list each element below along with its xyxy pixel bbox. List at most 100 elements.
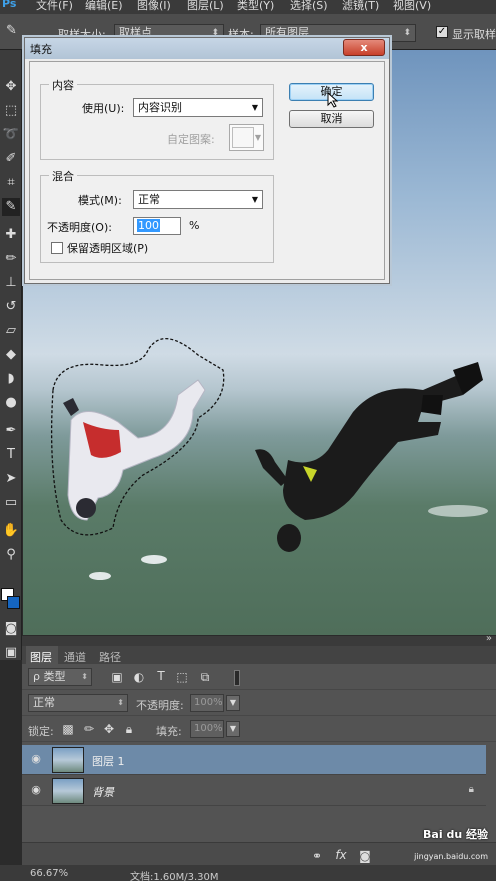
layer-fill-value: 100%: [194, 723, 223, 734]
pen-tool-icon[interactable]: ✒: [2, 422, 20, 440]
fill-label: 填充:: [156, 725, 182, 738]
history-brush-icon[interactable]: ↺: [2, 298, 20, 316]
marquee-tool-icon[interactable]: ⬚: [2, 102, 20, 120]
hand-tool-icon[interactable]: ✋: [2, 522, 20, 540]
tab-channels[interactable]: 通道: [64, 649, 86, 665]
layer-opacity-input[interactable]: 100%: [190, 694, 224, 712]
collapse-icon[interactable]: »: [486, 633, 492, 644]
chevron-down-icon: ⬍: [117, 698, 124, 707]
lock-paint-icon[interactable]: ✏: [82, 722, 96, 736]
mouse-cursor-icon: [327, 92, 339, 108]
layer-name: 图层 1: [92, 755, 125, 768]
brush-tool-icon[interactable]: ✏: [2, 250, 20, 268]
show-ring-checkbox[interactable]: ✓: [436, 26, 448, 38]
use-label: 使用(U):: [82, 102, 125, 115]
filter-kind-select[interactable]: ρ 类型 ⬍: [28, 668, 92, 686]
lock-row: 锁定: ▩ ✏ ✥ 🔒︎ 填充: 100% ▼: [22, 716, 496, 742]
opacity-dropdown-button[interactable]: ▼: [226, 695, 240, 711]
opacity-label: 不透明度(O):: [47, 221, 112, 234]
cancel-button[interactable]: 取消: [289, 110, 374, 128]
menu-image[interactable]: 图像(I): [137, 0, 171, 13]
visibility-eye-icon[interactable]: ◉: [30, 784, 42, 796]
mode-select[interactable]: 正常 ▼: [133, 190, 263, 209]
lock-label: 锁定:: [28, 725, 54, 738]
cancel-label: 取消: [320, 112, 343, 125]
watermark-url: jingyan.baidu.com: [414, 852, 488, 861]
status-bar: 66.67% 文档:1.60M/3.30M: [0, 865, 496, 881]
close-button[interactable]: x: [343, 39, 385, 56]
chevron-down-icon: ▼: [251, 103, 258, 112]
menu-layer[interactable]: 图层(L): [187, 0, 224, 13]
zoom-tool-icon[interactable]: ⚲: [2, 546, 20, 564]
panel-header[interactable]: »: [22, 633, 496, 646]
doc-size: 文档:1.60M/3.30M: [130, 872, 219, 881]
layers-panel: » 图层 通道 路径 ρ 类型 ⬍ ▣ ◐ T ⬚ ⧉ 正常 ⬍ 不透明度: 1…: [22, 633, 496, 881]
blur-tool-icon[interactable]: ◗: [2, 370, 20, 388]
menu-type[interactable]: 类型(Y): [237, 0, 274, 13]
lock-position-icon[interactable]: ✥: [102, 722, 116, 736]
path-select-icon[interactable]: ➤: [2, 470, 20, 488]
zoom-level[interactable]: 66.67%: [30, 868, 68, 879]
fill-dropdown-button[interactable]: ▼: [226, 721, 240, 737]
type-tool-icon[interactable]: T: [2, 446, 20, 464]
dodge-tool-icon[interactable]: ●: [2, 394, 20, 412]
screen-mode-icon[interactable]: ▣: [2, 644, 20, 662]
smart-object-filter-icon[interactable]: ⧉: [198, 670, 212, 685]
layer-fill-input[interactable]: 100%: [190, 720, 224, 738]
use-value: 内容识别: [138, 101, 182, 114]
filter-toggle[interactable]: [234, 670, 240, 686]
filter-kind-value: ρ 类型: [33, 670, 66, 683]
menu-file[interactable]: 文件(F): [36, 0, 73, 13]
layer-row-layer1[interactable]: ◉ 图层 1: [22, 745, 486, 775]
quick-select-tool-icon[interactable]: ✐: [2, 150, 20, 168]
menu-view[interactable]: 视图(V): [393, 0, 431, 13]
stamp-tool-icon[interactable]: ⊥: [2, 274, 20, 292]
crop-tool-icon[interactable]: ⌗: [2, 174, 20, 192]
visibility-eye-icon[interactable]: ◉: [30, 753, 42, 765]
background-color-swatch[interactable]: [7, 596, 20, 609]
shape-filter-icon[interactable]: ⬚: [175, 670, 189, 684]
eyedropper-icon[interactable]: ✎: [6, 23, 17, 38]
tools-panel: ✥ ⬚ ➰ ✐ ⌗ ✎ ✚ ✏ ⊥ ↺ ▱ ◆ ◗ ● ✒ T ➤ ▭ ✋ ⚲ …: [0, 50, 22, 660]
fx-icon[interactable]: fx: [334, 848, 348, 862]
mask-icon[interactable]: ◙: [358, 849, 372, 863]
dialog-titlebar[interactable]: 填充 x: [25, 38, 389, 59]
eraser-tool-icon[interactable]: ▱: [2, 322, 20, 340]
lock-icon: 🔒︎: [468, 784, 474, 795]
layer-row-background[interactable]: ◉ 背景 🔒︎: [22, 776, 486, 806]
black-skydiver: [255, 362, 483, 552]
blend-group-title: 混合: [49, 168, 77, 184]
blend-mode-select[interactable]: 正常 ⬍: [28, 694, 128, 712]
eyedropper-tool-icon[interactable]: ✎: [2, 198, 20, 216]
move-tool-icon[interactable]: ✥: [2, 78, 20, 96]
link-icon[interactable]: ⚭: [310, 849, 324, 863]
close-icon: x: [360, 41, 368, 54]
opacity-unit: %: [189, 219, 200, 232]
tab-paths[interactable]: 路径: [99, 649, 121, 665]
content-group-title: 内容: [49, 77, 77, 93]
chevron-down-icon: ▼: [254, 133, 261, 142]
opacity-input[interactable]: 100: [133, 217, 181, 235]
menu-select[interactable]: 选择(S): [290, 0, 328, 13]
use-select[interactable]: 内容识别 ▼: [133, 98, 263, 117]
layer-thumbnail: [52, 778, 84, 804]
tab-layers[interactable]: 图层: [30, 649, 52, 665]
lasso-tool-icon[interactable]: ➰: [2, 126, 20, 144]
shape-tool-icon[interactable]: ▭: [2, 494, 20, 512]
menu-edit[interactable]: 编辑(E): [85, 0, 123, 13]
lock-all-icon[interactable]: 🔒︎: [122, 722, 136, 737]
type-filter-icon[interactable]: T: [154, 669, 168, 683]
preserve-transparency-checkbox[interactable]: [51, 242, 63, 254]
image-filter-icon[interactable]: ▣: [110, 670, 124, 684]
custom-pattern-label: 自定图案:: [167, 133, 215, 146]
adjustment-filter-icon[interactable]: ◐: [132, 670, 146, 684]
menu-filter[interactable]: 滤镜(T): [342, 0, 379, 13]
lock-transparent-icon[interactable]: ▩: [61, 722, 75, 736]
filter-row: ρ 类型 ⬍ ▣ ◐ T ⬚ ⧉: [22, 664, 496, 690]
quick-mask-icon[interactable]: ◙: [2, 620, 20, 638]
pattern-swatch: [232, 127, 254, 148]
bucket-tool-icon[interactable]: ◆: [2, 346, 20, 364]
healing-tool-icon[interactable]: ✚: [2, 226, 20, 244]
custom-pattern-picker[interactable]: ▼: [229, 124, 264, 151]
chevron-down-icon: ⬍: [403, 28, 411, 38]
